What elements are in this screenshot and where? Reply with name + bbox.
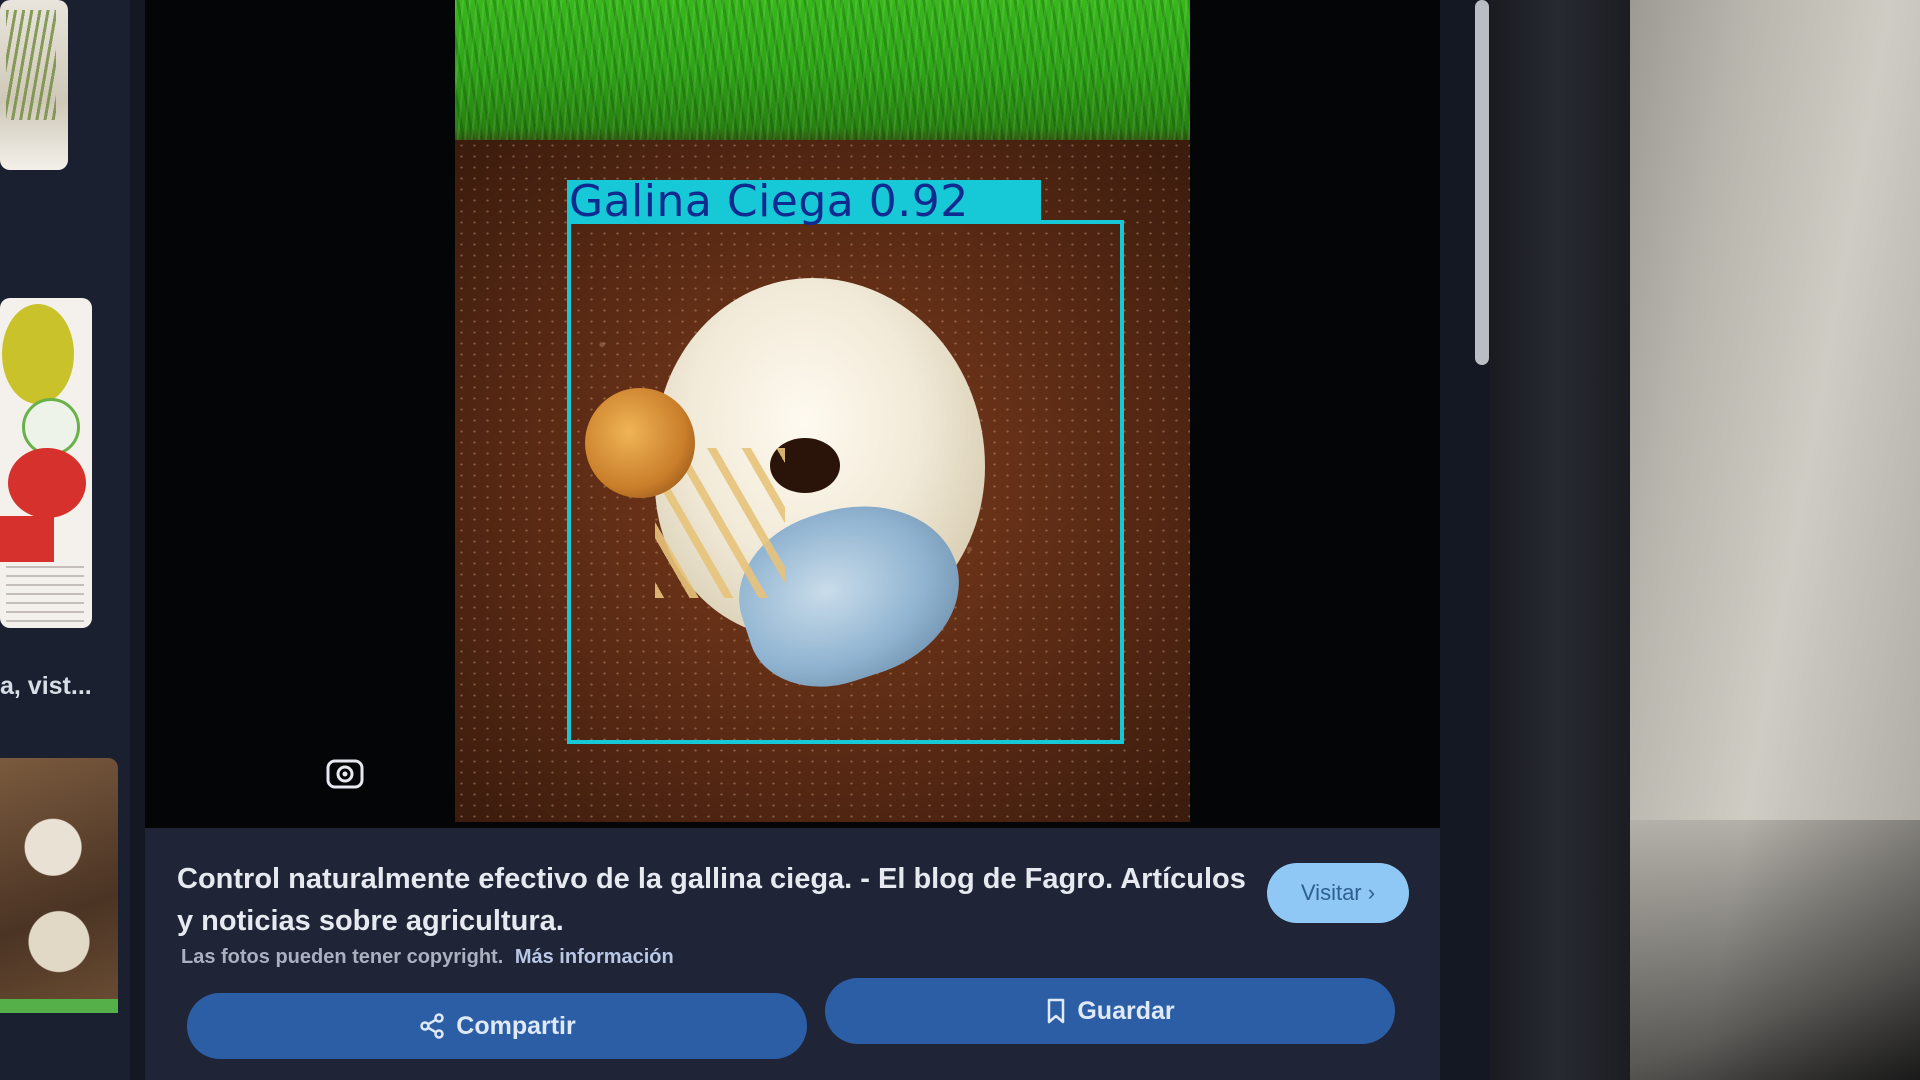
thumbnail-accent-bar bbox=[0, 999, 118, 1013]
copyright-text: Las fotos pueden tener copyright. bbox=[181, 946, 504, 968]
copyright-notice: Las fotos pueden tener copyright. Más in… bbox=[181, 946, 674, 969]
image-grass bbox=[455, 0, 1190, 150]
thumbnail-art bbox=[6, 10, 56, 120]
lens-icon bbox=[326, 759, 364, 789]
detection-label: Galina Ciega 0.92 bbox=[567, 180, 1041, 224]
thumbnail-art bbox=[6, 566, 84, 622]
monitor-screen: a, vist... Galina Ciega 0.92 Control nat… bbox=[0, 0, 1490, 1080]
save-button[interactable]: Guardar bbox=[825, 978, 1395, 1044]
save-label: Guardar bbox=[1077, 996, 1175, 1025]
thumbnail-caption[interactable]: a, vist... bbox=[0, 672, 92, 701]
thumbnail-art bbox=[0, 516, 54, 562]
results-strip: a, vist... bbox=[0, 0, 130, 1080]
share-label: Compartir bbox=[456, 1011, 576, 1040]
result-thumbnail[interactable] bbox=[0, 298, 92, 628]
lens-button[interactable] bbox=[323, 752, 367, 796]
more-info-link[interactable]: Más información bbox=[515, 946, 674, 968]
image-info-panel: Control naturalmente efectivo de la gall… bbox=[145, 828, 1440, 1080]
source-title[interactable]: Control naturalmente efectivo de la gall… bbox=[177, 858, 1257, 942]
result-thumbnail[interactable] bbox=[0, 758, 118, 1013]
detection-box bbox=[567, 220, 1124, 744]
page-scrollbar[interactable] bbox=[1475, 0, 1489, 365]
thumbnail-art bbox=[8, 448, 86, 518]
thumbnail-art bbox=[2, 304, 74, 404]
share-icon bbox=[420, 1013, 445, 1039]
result-thumbnail[interactable] bbox=[0, 0, 68, 170]
share-button[interactable]: Compartir bbox=[187, 993, 807, 1059]
monitor-bezel bbox=[1470, 0, 1630, 1080]
bookmark-icon bbox=[1048, 998, 1065, 1024]
visit-button[interactable]: Visitar › bbox=[1267, 863, 1409, 923]
